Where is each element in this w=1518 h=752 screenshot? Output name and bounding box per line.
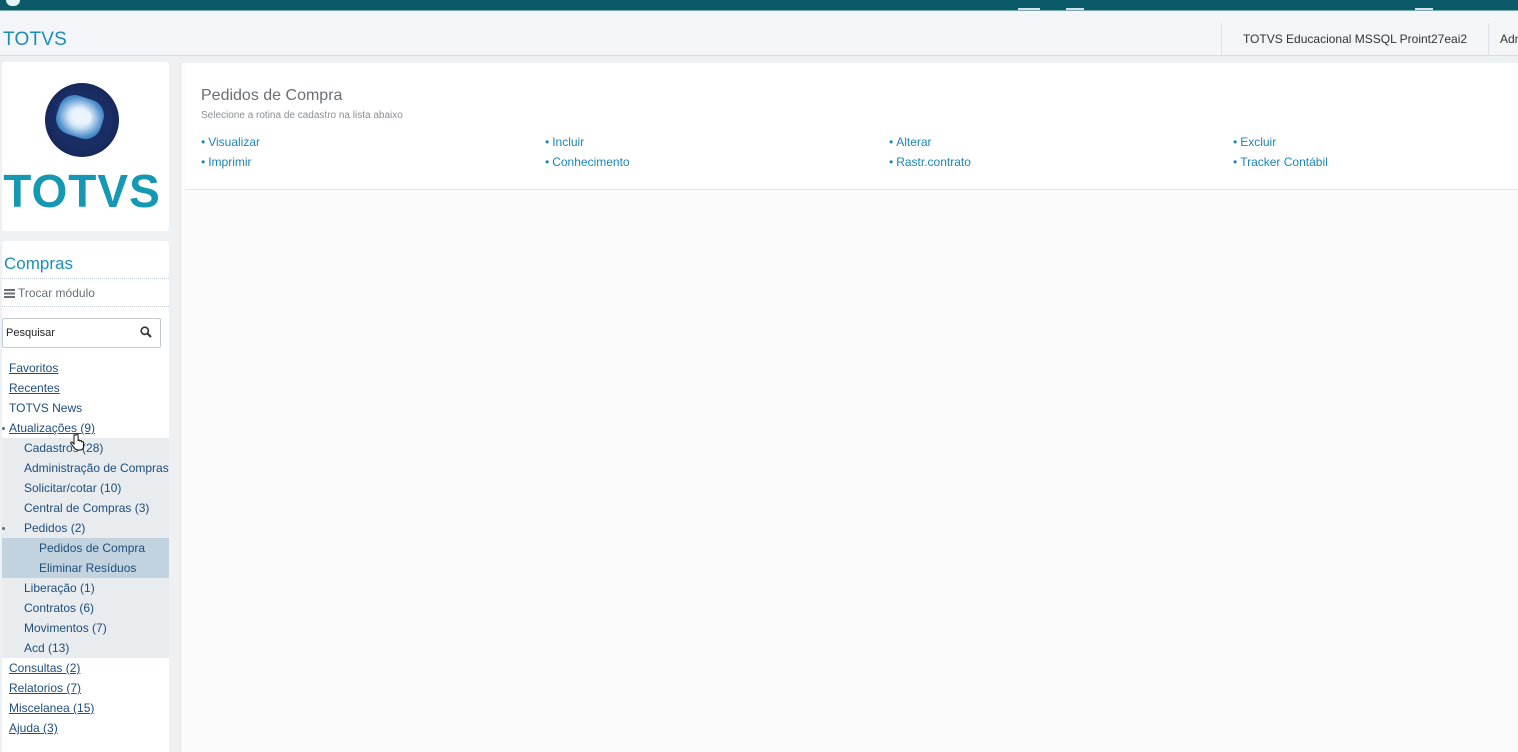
action-visualizar[interactable]: • Visualizar bbox=[201, 135, 260, 149]
menu-item-atualizacoes[interactable]: Atualizações (9) bbox=[2, 418, 169, 438]
switch-module-label: Trocar módulo bbox=[18, 286, 95, 300]
menu-tree: Favoritos Recentes TOTVS News Atualizaçõ… bbox=[2, 358, 169, 738]
sidebar-menu: Compras Trocar módulo Favoritos Recentes… bbox=[2, 241, 169, 752]
menu-item-contratos[interactable]: Contratos (6) bbox=[2, 598, 169, 618]
divider bbox=[2, 306, 169, 307]
maximize-control[interactable] bbox=[1066, 8, 1084, 10]
menu-icon bbox=[4, 289, 15, 298]
search-box bbox=[2, 318, 161, 348]
menu-item-totvs-news[interactable]: TOTVS News bbox=[2, 398, 169, 418]
menu-item-eliminar-residuos[interactable]: Eliminar Resíduos bbox=[2, 558, 169, 578]
main-panel: Pedidos de Compra Selecione a rotina de … bbox=[180, 63, 1518, 752]
window-title-bar bbox=[0, 0, 1518, 11]
logo-card: TOTVS bbox=[2, 62, 169, 231]
menu-item-administracao-compras[interactable]: Administração de Compras bbox=[2, 458, 169, 478]
action-excluir[interactable]: • Excluir bbox=[1233, 135, 1276, 149]
module-title: Compras bbox=[4, 254, 73, 273]
environment-label[interactable]: TOTVS Educacional MSSQL Proint27eai2 bbox=[1221, 23, 1489, 55]
menu-item-miscelanea[interactable]: Miscelanea (15) bbox=[2, 698, 169, 718]
hand-cursor-icon bbox=[70, 434, 84, 451]
app-header: TOTVS TOTVS Educacional MSSQL Proint27ea… bbox=[0, 11, 1518, 56]
menu-item-ajuda[interactable]: Ajuda (3) bbox=[2, 718, 169, 738]
menu-item-central-compras[interactable]: Central de Compras (3) bbox=[2, 498, 169, 518]
menu-item-movimentos[interactable]: Movimentos (7) bbox=[2, 618, 169, 638]
user-label[interactable]: Adm bbox=[1500, 23, 1518, 55]
menu-item-favoritos[interactable]: Favoritos bbox=[2, 358, 169, 378]
menu-item-acd[interactable]: Acd (13) bbox=[2, 638, 169, 658]
divider bbox=[2, 278, 169, 279]
page-title: Pedidos de Compra bbox=[201, 87, 343, 104]
expanded-bullet-icon bbox=[2, 427, 5, 430]
page-subtitle: Selecione a rotina de cadastro na lista … bbox=[201, 110, 403, 121]
routine-header: Pedidos de Compra Selecione a rotina de … bbox=[185, 63, 1518, 190]
logo-wordmark: TOTVS bbox=[3, 165, 161, 217]
minimize-control[interactable] bbox=[1018, 8, 1040, 10]
menu-item-relatorios[interactable]: Relatorios (7) bbox=[2, 678, 169, 698]
close-control[interactable] bbox=[1415, 8, 1433, 10]
action-imprimir[interactable]: • Imprimir bbox=[201, 155, 252, 169]
search-input[interactable] bbox=[6, 324, 131, 342]
action-tracker-contabil[interactable]: • Tracker Contábil bbox=[1233, 155, 1328, 169]
menu-item-liberacao[interactable]: Liberação (1) bbox=[2, 578, 169, 598]
action-alterar[interactable]: • Alterar bbox=[889, 135, 932, 149]
action-rastr-contrato[interactable]: • Rastr.contrato bbox=[889, 155, 971, 169]
app-icon bbox=[6, 0, 20, 6]
menu-item-pedidos[interactable]: Pedidos (2) bbox=[2, 518, 169, 538]
header-brand[interactable]: TOTVS bbox=[3, 29, 67, 51]
menu-item-recentes[interactable]: Recentes bbox=[2, 378, 169, 398]
action-conhecimento[interactable]: • Conhecimento bbox=[545, 155, 630, 169]
menu-item-pedidos-de-compra[interactable]: Pedidos de Compra bbox=[2, 538, 169, 558]
action-incluir[interactable]: • Incluir bbox=[545, 135, 584, 149]
search-icon[interactable] bbox=[140, 326, 152, 338]
totvs-logo-icon bbox=[45, 83, 119, 157]
expanded-bullet-icon bbox=[2, 527, 5, 530]
menu-item-consultas[interactable]: Consultas (2) bbox=[2, 658, 169, 678]
menu-item-solicitar-cotar[interactable]: Solicitar/cotar (10) bbox=[2, 478, 169, 498]
menu-item-cadastros[interactable]: Cadastros (28) bbox=[2, 438, 169, 458]
switch-module-button[interactable]: Trocar módulo bbox=[4, 286, 95, 300]
